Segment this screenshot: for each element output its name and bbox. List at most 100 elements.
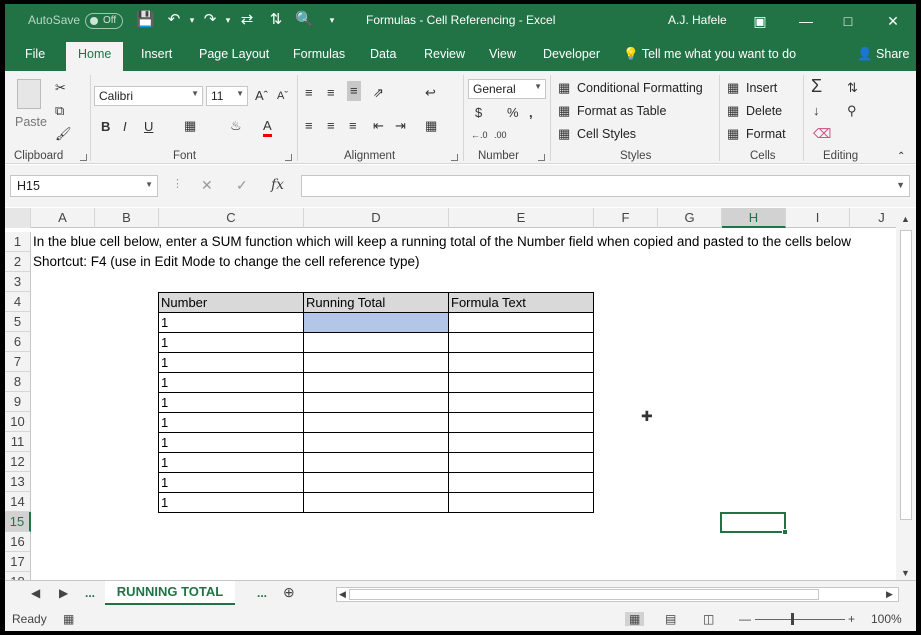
tab-file[interactable]: File bbox=[25, 47, 45, 61]
page-break-preview-icon[interactable]: ◫ bbox=[703, 612, 714, 626]
zoom-slider[interactable] bbox=[755, 619, 845, 620]
number-format-combo[interactable]: General ▼ bbox=[468, 79, 546, 99]
decrease-font-icon[interactable]: Aˇ bbox=[277, 88, 288, 104]
font-launcher-icon[interactable] bbox=[285, 154, 292, 161]
bottom-align-icon[interactable]: ≡ bbox=[347, 81, 361, 101]
column-header-g[interactable]: G bbox=[658, 208, 722, 228]
header-formula-text[interactable]: Formula Text bbox=[448, 292, 594, 313]
running-total-cell[interactable] bbox=[303, 352, 449, 373]
clipboard-launcher-icon[interactable] bbox=[80, 154, 87, 161]
scroll-down-icon[interactable]: ▼ bbox=[901, 568, 910, 578]
customize-qat-icon[interactable]: ▾ bbox=[323, 11, 341, 29]
formula-text-cell[interactable] bbox=[448, 472, 594, 493]
insert-cells-button[interactable]: Insert bbox=[746, 81, 777, 95]
fill-icon[interactable]: ↓ bbox=[813, 103, 820, 119]
running-total-cell[interactable] bbox=[303, 412, 449, 433]
column-header-b[interactable]: B bbox=[95, 208, 159, 228]
number-launcher-icon[interactable] bbox=[538, 154, 545, 161]
formula-text-cell[interactable] bbox=[448, 392, 594, 413]
running-total-cell[interactable] bbox=[303, 492, 449, 513]
prev-sheet-icon[interactable]: ◀ bbox=[31, 586, 40, 600]
tab-insert[interactable]: Insert bbox=[141, 47, 172, 61]
number-cell[interactable]: 1 bbox=[158, 472, 304, 493]
format-as-table-button[interactable]: Format as Table bbox=[577, 104, 666, 118]
normal-view-icon[interactable]: ▦ bbox=[625, 612, 645, 626]
more-sheets-right[interactable]: ... bbox=[257, 586, 267, 600]
row-header[interactable]: 18 bbox=[5, 572, 31, 580]
row-header-selected[interactable]: 15 bbox=[5, 512, 31, 532]
clear-icon[interactable]: ⌫ bbox=[813, 126, 831, 142]
header-running-total[interactable]: Running Total bbox=[303, 292, 449, 313]
running-total-input-cell[interactable] bbox=[303, 312, 449, 333]
number-cell[interactable]: 1 bbox=[158, 392, 304, 413]
font-name-combo[interactable]: Calibri ▼ bbox=[94, 86, 203, 106]
column-header-f[interactable]: F bbox=[594, 208, 658, 228]
sort-icon[interactable]: ⇅ bbox=[267, 11, 285, 29]
wrap-text-icon[interactable]: ↩ bbox=[425, 85, 436, 101]
row-header[interactable]: 16 bbox=[5, 532, 31, 552]
tab-review[interactable]: Review bbox=[424, 47, 465, 61]
number-cell[interactable]: 1 bbox=[158, 372, 304, 393]
running-total-cell[interactable] bbox=[303, 332, 449, 353]
increase-decimal-icon[interactable]: ←.0 bbox=[471, 127, 488, 143]
cancel-icon[interactable]: ✕ bbox=[201, 177, 213, 194]
align-left-icon[interactable]: ≡ bbox=[305, 118, 313, 134]
column-header-e[interactable]: E bbox=[449, 208, 594, 228]
row-header[interactable]: 11 bbox=[5, 432, 31, 452]
undo-dropdown-icon[interactable]: ▾ bbox=[183, 11, 201, 29]
number-cell[interactable]: 1 bbox=[158, 432, 304, 453]
running-total-cell[interactable] bbox=[303, 432, 449, 453]
vertical-scroll-thumb[interactable] bbox=[900, 230, 912, 520]
cell-styles-button[interactable]: Cell Styles bbox=[577, 127, 636, 141]
page-layout-view-icon[interactable]: ▤ bbox=[665, 612, 676, 626]
row-header[interactable]: 8 bbox=[5, 372, 31, 392]
font-color-icon[interactable]: A bbox=[263, 118, 272, 137]
tab-page-layout[interactable]: Page Layout bbox=[199, 47, 269, 61]
merge-center-icon[interactable]: ▦ bbox=[425, 118, 437, 134]
name-box[interactable]: H15 ▼ bbox=[10, 175, 158, 197]
tab-home[interactable]: Home bbox=[66, 42, 124, 71]
formula-text-cell[interactable] bbox=[448, 332, 594, 353]
running-total-cell[interactable] bbox=[303, 392, 449, 413]
decrease-decimal-icon[interactable]: .00 bbox=[494, 127, 507, 143]
save-icon[interactable]: 💾 bbox=[136, 11, 155, 29]
formula-text-cell[interactable] bbox=[448, 492, 594, 513]
font-size-combo[interactable]: 11 ▼ bbox=[206, 86, 248, 106]
formula-input[interactable]: ▼ bbox=[301, 175, 910, 197]
tab-formulas[interactable]: Formulas bbox=[293, 47, 345, 61]
horizontal-scroll-thumb[interactable] bbox=[349, 589, 819, 600]
autosum-icon[interactable]: Σ bbox=[811, 77, 822, 95]
row-header[interactable]: 9 bbox=[5, 392, 31, 412]
zoom-level[interactable]: 100% bbox=[871, 612, 902, 626]
worksheet-grid[interactable]: A B C D E F G H I J 1 2 3 4 5 6 7 8 9 10… bbox=[5, 208, 896, 580]
formula-text-cell[interactable] bbox=[448, 432, 594, 453]
paste-label[interactable]: Paste bbox=[15, 115, 47, 129]
running-total-cell[interactable] bbox=[303, 452, 449, 473]
currency-icon[interactable]: $ bbox=[475, 105, 482, 121]
format-painter-icon[interactable]: 🖌 bbox=[55, 126, 72, 142]
column-header-c[interactable]: C bbox=[159, 208, 304, 228]
select-all-corner[interactable] bbox=[5, 208, 31, 228]
cell-a2[interactable]: Shortcut: F4 (use in Edit Mode to change… bbox=[33, 252, 419, 272]
formula-text-cell[interactable] bbox=[448, 312, 594, 333]
column-header-d[interactable]: D bbox=[304, 208, 449, 228]
zoom-in-icon[interactable]: + bbox=[848, 612, 855, 626]
enter-icon[interactable]: ✓ bbox=[236, 177, 248, 194]
autosave-toggle[interactable]: Off bbox=[85, 13, 123, 29]
italic-icon[interactable]: I bbox=[123, 119, 127, 135]
delete-cells-button[interactable]: Delete bbox=[746, 104, 782, 118]
sheet-tab-running-total[interactable]: RUNNING TOTAL bbox=[105, 581, 235, 605]
formula-text-cell[interactable] bbox=[448, 372, 594, 393]
number-cell[interactable]: 1 bbox=[158, 452, 304, 473]
column-header-i[interactable]: I bbox=[786, 208, 850, 228]
row-header[interactable]: 10 bbox=[5, 412, 31, 432]
tab-data[interactable]: Data bbox=[370, 47, 396, 61]
tell-me-box[interactable]: 💡 Tell me what you want to do bbox=[623, 47, 796, 62]
refresh-icon[interactable]: ⇄ bbox=[238, 11, 256, 29]
scroll-up-icon[interactable]: ▲ bbox=[901, 214, 910, 224]
row-header[interactable]: 7 bbox=[5, 352, 31, 372]
bold-icon[interactable]: B bbox=[101, 119, 110, 135]
running-total-cell[interactable] bbox=[303, 372, 449, 393]
ribbon-display-icon[interactable]: ▣ bbox=[737, 4, 783, 38]
column-header-j[interactable]: J bbox=[850, 208, 896, 228]
